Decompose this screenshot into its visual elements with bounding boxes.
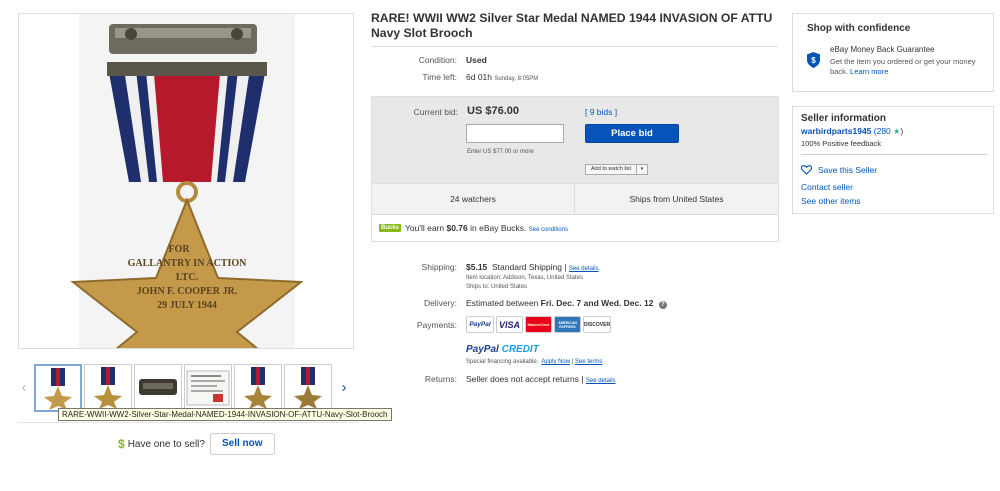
watchers-count: 24 watchers xyxy=(372,184,575,214)
payment-logos: PayPal VISA MasterCard AMERICAN EXPRESS … xyxy=(466,316,611,333)
medal-engraving-line-2: GALLANTRY IN ACTION xyxy=(128,258,248,269)
mastercard-logo-icon: MasterCard xyxy=(525,316,552,333)
ships-from: Ships from United States xyxy=(629,194,724,204)
condition-label: Condition: xyxy=(418,55,457,65)
dollar-icon: $ xyxy=(118,437,125,451)
ships-to: Ships to: United States xyxy=(466,284,528,290)
thumbnail-next-arrow[interactable]: › xyxy=(338,377,350,399)
guarantee-description: Get the item you ordered or get your mon… xyxy=(830,57,976,76)
gallery-divider xyxy=(18,422,358,423)
help-icon[interactable]: ? xyxy=(658,301,667,309)
contact-seller-link[interactable]: Contact seller xyxy=(801,182,853,192)
seller-information-panel: Seller information warbirdparts1945 (280… xyxy=(792,106,994,214)
bid-count-link[interactable]: [ 9 bids ] xyxy=(585,107,617,117)
learn-more-link[interactable]: Learn more xyxy=(850,67,888,76)
money-back-guarantee: eBay Money Back Guarantee xyxy=(830,45,935,54)
ebay-bucks-logo-icon: Bucks xyxy=(379,224,402,232)
title-divider xyxy=(371,46,778,47)
current-bid-price: US $76.00 xyxy=(467,105,519,117)
thumbnail-5[interactable] xyxy=(234,364,282,412)
delivery-label: Delivery: xyxy=(423,298,457,308)
sell-prompt: $ Have one to sell? Sell now xyxy=(118,433,275,455)
financing-row: Special financing available. Apply Now |… xyxy=(466,359,603,365)
seller-name-link[interactable]: warbirdparts1945 xyxy=(801,126,871,136)
current-bid-label: Current bid: xyxy=(413,107,458,117)
amex-logo-icon: AMERICAN EXPRESS xyxy=(554,316,581,333)
save-seller-link[interactable]: Save this Seller xyxy=(801,165,877,175)
bid-panel: Current bid: US $76.00 [ 9 bids ] Place … xyxy=(371,96,779,242)
time-left-value: 6d 01h Sunday, 8:05PM xyxy=(466,72,539,82)
shipping-details-link[interactable]: See details xyxy=(569,266,599,272)
stats-row: 24 watchers Ships from United States xyxy=(372,183,778,214)
seller-name-row: warbirdparts1945 (280 ★) xyxy=(801,126,904,136)
shipping-label: Shipping: xyxy=(421,262,457,272)
sell-now-button[interactable]: Sell now xyxy=(209,433,275,455)
ebay-bucks-text: You'll earn $0.76 in eBay Bucks. See con… xyxy=(405,223,569,233)
shop-with-confidence-panel: Shop with confidence $ eBay Money Back G… xyxy=(792,13,994,92)
main-item-image[interactable]: FOR GALLANTRY IN ACTION LTC. JOHN F. COO… xyxy=(18,13,354,349)
thumbnail-1[interactable] xyxy=(34,364,82,412)
thumbnail-2[interactable] xyxy=(84,364,132,412)
medal-engraving-line-1: FOR xyxy=(168,244,190,255)
svg-text:$: $ xyxy=(811,56,816,65)
medal-engraving-line-3: LTC. xyxy=(176,272,199,283)
apply-now-link[interactable]: Apply Now xyxy=(541,359,570,365)
time-left-label: Time left: xyxy=(422,72,457,82)
paypal-logo-icon: PayPal xyxy=(466,316,494,333)
image-tooltip: RARE-WWII-WW2-Silver-Star-Medal-NAMED-19… xyxy=(58,408,392,421)
returns-details-link[interactable]: See details xyxy=(586,378,616,384)
condition-value: Used xyxy=(466,55,487,65)
payments-label: Payments: xyxy=(416,320,457,330)
ebay-bucks-row: Bucks You'll earn $0.76 in eBay Bucks. S… xyxy=(372,214,778,241)
shield-icon: $ xyxy=(807,52,820,68)
paypal-credit-logo: PayPal CREDIT xyxy=(466,344,539,355)
thumbnail-medal-image xyxy=(44,368,72,410)
sell-question: Have one to sell? xyxy=(127,438,205,450)
thumbnail-medal-image xyxy=(244,367,272,409)
thumbnail-6[interactable] xyxy=(284,364,332,412)
confidence-title: Shop with confidence xyxy=(807,23,911,34)
add-to-watch-list-button[interactable]: Add to watch list xyxy=(585,164,638,175)
thumbnail-medal-image xyxy=(294,367,322,409)
watch-list-control: Add to watch list ▾ xyxy=(585,164,649,175)
chevron-down-icon[interactable]: ▾ xyxy=(637,164,649,175)
bid-form-area: Current bid: US $76.00 [ 9 bids ] Place … xyxy=(372,97,778,183)
thumbnail-medal-image xyxy=(94,367,122,409)
see-other-items-link[interactable]: See other items xyxy=(801,196,861,206)
item-title: RARE! WWII WW2 Silver Star Medal NAMED 1… xyxy=(371,11,773,40)
medal-engraving-line-5: 29 JULY 1944 xyxy=(157,300,217,311)
item-location: Item location: Addison, Texas, United St… xyxy=(466,275,583,281)
feedback-score-link[interactable]: (280 ★ xyxy=(871,126,901,136)
shipping-value: $5.15 Standard Shipping | See details xyxy=(466,262,599,272)
discover-logo-icon: DISCOVER xyxy=(583,316,611,333)
seller-title: Seller information xyxy=(801,113,887,124)
seller-divider xyxy=(801,154,987,155)
medal-engraving-line-4: JOHN F. COOPER JR. xyxy=(137,286,238,297)
thumbnail-brooch-image xyxy=(139,379,177,395)
place-bid-button[interactable]: Place bid xyxy=(585,124,679,143)
thumbnail-3[interactable] xyxy=(134,364,182,412)
positive-feedback: 100% Positive feedback xyxy=(801,139,882,148)
thumbnail-4[interactable] xyxy=(184,364,232,412)
returns-label: Returns: xyxy=(424,374,457,384)
bucks-conditions-link[interactable]: See conditions xyxy=(529,227,568,233)
returns-value: Seller does not accept returns | See det… xyxy=(466,374,616,384)
visa-logo-icon: VISA xyxy=(496,316,523,333)
time-left-detail: Sunday, 8:05PM xyxy=(494,76,539,82)
medal-photo: FOR GALLANTRY IN ACTION LTC. JOHN F. COO… xyxy=(70,14,304,348)
thumbnail-document-image xyxy=(186,370,230,406)
bid-amount-input[interactable] xyxy=(466,124,564,143)
heart-icon xyxy=(801,165,812,175)
see-terms-link[interactable]: See terms xyxy=(575,359,602,365)
bid-hint: Enter US $77.00 or more xyxy=(467,149,534,155)
delivery-value: Estimated between Fri. Dec. 7 and Wed. D… xyxy=(466,298,667,309)
thumbnail-prev-arrow[interactable]: ‹ xyxy=(18,377,30,399)
